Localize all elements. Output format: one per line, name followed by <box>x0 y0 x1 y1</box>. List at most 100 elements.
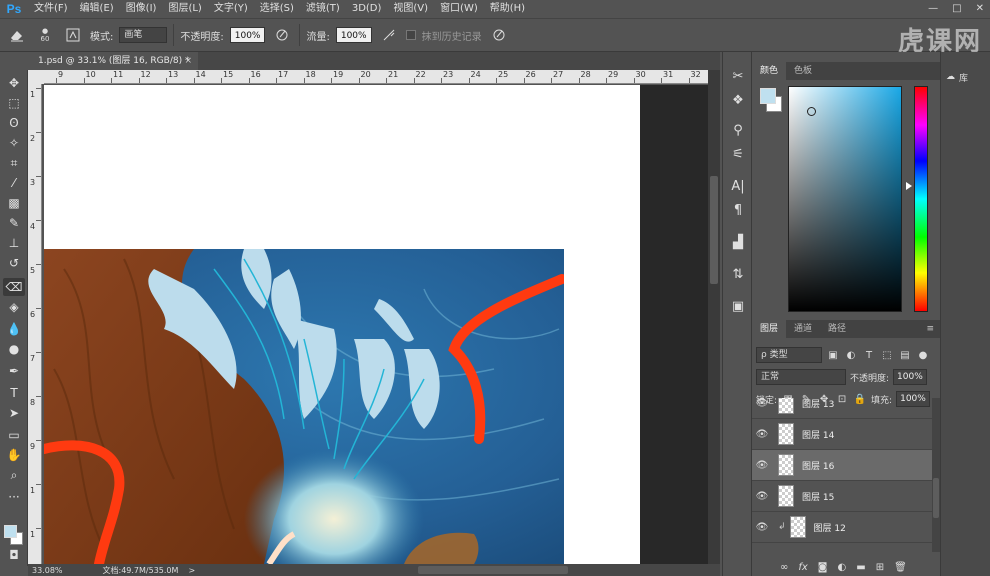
hand-tool-icon[interactable]: ✋ <box>3 446 25 464</box>
panel-menu-icon[interactable]: ≡ <box>926 324 934 334</box>
quick-mask-icon[interactable]: ◘ <box>3 546 25 564</box>
libraries-tab[interactable]: ☁ 库 <box>942 66 990 88</box>
pen-tool-icon[interactable]: ✒ <box>3 362 25 380</box>
adjustments-icon[interactable]: ⚟ <box>727 144 749 164</box>
mode-select[interactable]: 画笔 <box>119 27 168 43</box>
properties-icon[interactable]: ▣ <box>727 296 749 316</box>
opacity-field[interactable]: 100% <box>229 27 266 43</box>
history-brush-tool-icon[interactable]: ↺ <box>3 254 25 272</box>
tab-color[interactable]: 颜色 <box>752 62 787 80</box>
ruler-corner[interactable] <box>28 70 44 84</box>
character-icon[interactable]: A| <box>727 176 749 196</box>
brush-tool-icon[interactable]: ✎ <box>3 214 25 232</box>
pressure-size-icon[interactable] <box>488 24 510 46</box>
fx-icon[interactable]: fx <box>798 562 807 573</box>
color-picker-ring[interactable] <box>807 107 816 116</box>
trash-icon[interactable]: 🗑 <box>894 562 907 573</box>
path-selection-tool-icon[interactable]: ➤ <box>3 404 25 422</box>
flow-field[interactable]: 100% <box>335 27 372 43</box>
restore-button[interactable]: □ <box>952 0 961 18</box>
layers-scrollbar[interactable] <box>932 398 940 552</box>
layer-row[interactable]: 👁 图层 15 <box>752 481 932 512</box>
erase-history-checkbox[interactable] <box>405 30 416 40</box>
magic-wand-tool-icon[interactable]: ✧ <box>3 134 25 152</box>
history-icon[interactable]: ▟ <box>727 232 749 252</box>
filter-smart-object-icon[interactable]: ▤ <box>898 348 912 362</box>
menu-filter[interactable]: 滤镜(T) <box>300 0 346 18</box>
filter-type-icon[interactable]: T <box>862 348 876 362</box>
rectangle-tool-icon[interactable]: ▭ <box>3 426 25 444</box>
layer-filter-select[interactable]: ρ 类型 <box>756 347 822 363</box>
close-button[interactable]: ✕ <box>976 0 984 18</box>
clone-source-icon[interactable]: ❖ <box>727 90 749 110</box>
filter-adjustment-icon[interactable]: ◐ <box>844 348 858 362</box>
paint-bucket-tool-icon[interactable]: ◈ <box>3 298 25 316</box>
layer-row[interactable]: 👁 图层 14 <box>752 419 932 450</box>
actions-icon[interactable]: ⇅ <box>727 264 749 284</box>
eyedropper-tool-icon[interactable]: ⁄ <box>3 174 25 192</box>
link-icon[interactable]: ∞ <box>780 562 788 573</box>
artwork-image[interactable] <box>44 249 564 564</box>
canvas-horizontal-scroll-thumb[interactable] <box>418 566 568 574</box>
blur-tool-icon[interactable]: 💧 <box>3 320 25 338</box>
lasso-tool-icon[interactable]: ʘ <box>3 114 25 132</box>
layer-row[interactable]: 👁 图层 13 <box>752 398 932 419</box>
type-tool-icon[interactable]: T <box>3 384 25 402</box>
brush-panel-toggle-icon[interactable] <box>62 24 84 46</box>
vertical-ruler[interactable]: 1 2 3 4 5 6 7 8 9 1 1 <box>28 84 42 564</box>
canvas-vertical-scrollbar[interactable] <box>708 70 720 564</box>
layers-scroll-thumb[interactable] <box>933 478 939 518</box>
close-tab-icon[interactable]: × <box>184 52 192 70</box>
more-tools-icon[interactable]: ··· <box>3 488 25 506</box>
menu-layer[interactable]: 图层(L) <box>162 0 207 18</box>
minimize-button[interactable]: — <box>928 0 938 18</box>
healing-brush-tool-icon[interactable]: ▩ <box>3 194 25 212</box>
canvas-area[interactable] <box>44 85 708 564</box>
adjustment-icon[interactable]: ◐ <box>838 562 847 573</box>
menu-file[interactable]: 文件(F) <box>28 0 74 18</box>
menu-select[interactable]: 选择(S) <box>254 0 300 18</box>
move-tool-icon[interactable]: ✥ <box>3 74 25 92</box>
filter-pixel-icon[interactable]: ▣ <box>826 348 840 362</box>
menu-3d[interactable]: 3D(D) <box>346 0 388 18</box>
pressure-opacity-icon[interactable] <box>271 24 293 46</box>
brush-size-picker[interactable]: ● 60 <box>34 24 56 46</box>
tab-layers[interactable]: 图层 <box>752 320 787 338</box>
menu-window[interactable]: 窗口(W) <box>434 0 484 18</box>
menu-edit[interactable]: 编辑(E) <box>74 0 120 18</box>
status-menu-arrow[interactable]: > <box>188 566 195 575</box>
tab-channels[interactable]: 通道 <box>786 320 820 338</box>
menu-image[interactable]: 图像(I) <box>120 0 163 18</box>
visibility-eye-icon[interactable]: 👁 <box>752 429 772 440</box>
visibility-eye-icon[interactable]: 👁 <box>752 522 772 533</box>
tools-preset-icon[interactable]: ✂ <box>727 66 749 86</box>
tab-swatches[interactable]: 色板 <box>786 62 820 80</box>
dodge-tool-icon[interactable]: ● <box>3 340 25 358</box>
zoom-level[interactable]: 33.08% <box>32 566 63 575</box>
hue-slider[interactable] <box>914 86 928 312</box>
color-saturation-field[interactable] <box>788 86 902 312</box>
visibility-eye-icon[interactable]: 👁 <box>752 460 772 471</box>
filter-shape-icon[interactable]: ⬚ <box>880 348 894 362</box>
menu-type[interactable]: 文字(Y) <box>208 0 254 18</box>
airbrush-icon[interactable] <box>378 24 400 46</box>
layer-opacity-field[interactable]: 100% <box>893 369 927 385</box>
canvas-scroll-thumb[interactable] <box>710 176 718 284</box>
visibility-eye-icon[interactable]: 👁 <box>752 491 772 502</box>
marquee-tool-icon[interactable]: ⬚ <box>3 94 25 112</box>
visibility-eye-icon[interactable]: 👁 <box>752 398 772 409</box>
blend-mode-select[interactable]: 正常 <box>756 369 846 385</box>
foreground-color-swatch[interactable] <box>4 525 17 538</box>
crop-tool-icon[interactable]: ⌗ <box>3 154 25 172</box>
hue-slider-marker[interactable] <box>906 182 912 190</box>
tab-paths[interactable]: 路径 <box>820 320 854 338</box>
folder-icon[interactable]: ▬ <box>856 562 865 573</box>
color-panel-foreground-swatch[interactable] <box>760 88 776 104</box>
clone-stamp-tool-icon[interactable]: ⊥ <box>3 234 25 252</box>
layer-row[interactable]: 👁 ↲ 图层 12 <box>752 512 932 543</box>
zoom-tool-icon[interactable]: ⌕ <box>3 466 25 484</box>
eraser-tool-preset-icon[interactable] <box>6 24 28 46</box>
menu-help[interactable]: 帮助(H) <box>484 0 531 18</box>
paragraph-icon[interactable]: ¶ <box>727 200 749 220</box>
horizontal-ruler[interactable]: 9 10 11 12 13 14 15 16 17 18 19 20 21 22 23 24 25 26 27 28 2… <box>44 70 708 84</box>
